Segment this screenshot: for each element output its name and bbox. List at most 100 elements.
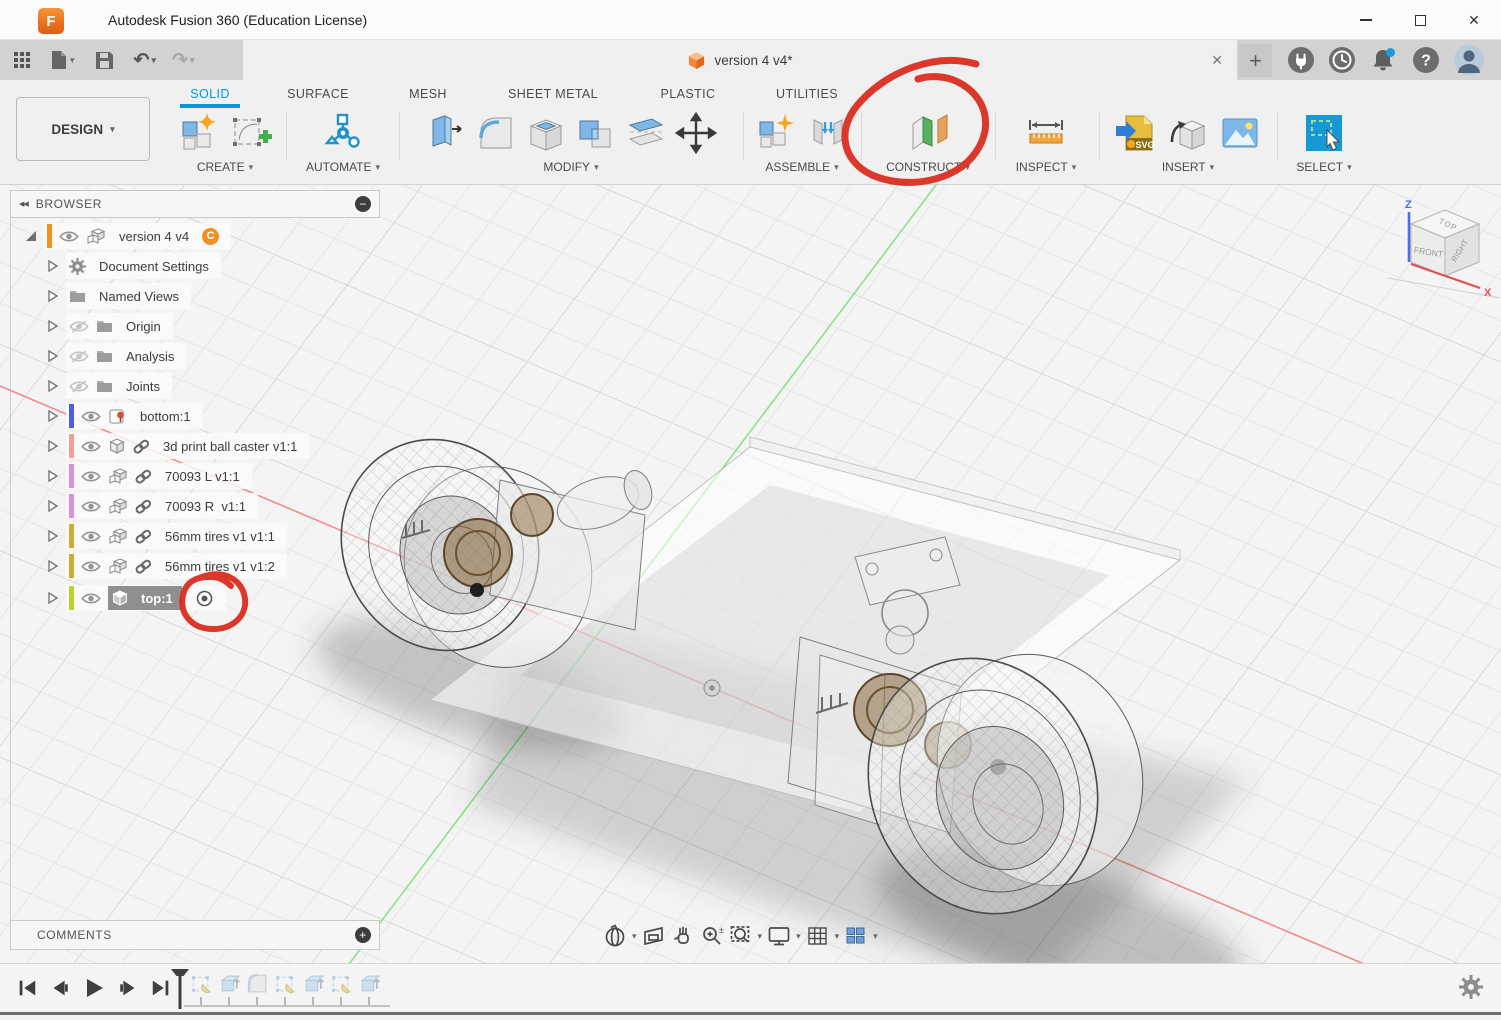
user-avatar[interactable] [1453, 44, 1485, 76]
look-at-icon[interactable] [641, 923, 667, 949]
timeline-track[interactable] [184, 1005, 390, 1007]
extensions-icon[interactable] [1287, 46, 1315, 74]
browser-panel-header[interactable]: ◀◀ BROWSER − [10, 190, 380, 218]
timeline-feature-fillet[interactable] [246, 972, 269, 995]
visibility-eye-icon[interactable] [59, 230, 79, 243]
app-grid-button[interactable] [10, 48, 34, 72]
visibility-eye-icon[interactable] [81, 530, 101, 543]
browser-row-70093-R[interactable]: 70093 R v1:1 [46, 492, 258, 520]
grid-icon[interactable] [805, 923, 831, 949]
viewports-icon[interactable] [843, 923, 869, 949]
select-icon[interactable] [1302, 112, 1346, 154]
collapsed-arrow-icon[interactable] [46, 379, 60, 393]
collapse-all-icon[interactable]: − [355, 196, 371, 212]
minimize-button[interactable] [1339, 0, 1393, 40]
undo-button[interactable]: ↶ ▾ [132, 47, 158, 74]
assemble-dropdown[interactable]: ASSEMBLE▾ [748, 160, 856, 174]
create-sketch-icon[interactable] [229, 112, 273, 154]
collapsed-arrow-icon[interactable] [46, 469, 60, 483]
tab-sheet-metal[interactable]: SHEET METAL [500, 82, 606, 106]
create-form-icon[interactable] [177, 112, 221, 154]
browser-row-origin[interactable]: Origin [46, 312, 173, 340]
browser-row-bottom1[interactable]: bottom:1 [46, 402, 203, 430]
browser-row-root[interactable]: version 4 v4 C [24, 222, 231, 250]
collapsed-arrow-icon[interactable] [46, 259, 60, 273]
add-comment-icon[interactable]: + [355, 927, 371, 943]
automate-icon[interactable] [321, 112, 365, 154]
collapsed-arrow-icon[interactable] [46, 289, 60, 303]
collapsed-arrow-icon[interactable] [46, 319, 60, 333]
comments-panel-header[interactable]: COMMENTS + [10, 920, 380, 950]
visibility-eye-icon[interactable] [81, 410, 101, 423]
collapsed-arrow-icon[interactable] [46, 409, 60, 423]
visibility-off-eye-icon[interactable] [69, 320, 89, 333]
fillet-icon[interactable] [475, 112, 517, 154]
split-body-icon[interactable] [625, 112, 667, 154]
shell-icon[interactable] [525, 112, 567, 154]
browser-row-analysis[interactable]: Analysis [46, 342, 186, 370]
job-status-clock-icon[interactable] [1328, 46, 1356, 74]
browser-row-56mm-tires-2[interactable]: 56mm tires v1 v1:2 [46, 552, 287, 580]
redo-button[interactable]: ↷ ▾ [170, 47, 196, 74]
timeline-go-to-end-icon[interactable] [150, 977, 172, 999]
orbit-icon[interactable] [602, 923, 628, 949]
collapsed-arrow-icon[interactable] [46, 499, 60, 513]
document-tab[interactable]: version 4 v4* ✕ [243, 40, 1237, 80]
maximize-button[interactable] [1393, 0, 1447, 40]
construct-plane-icon[interactable] [905, 112, 951, 154]
browser-row-joints[interactable]: Joints [46, 372, 172, 400]
browser-row-document-settings[interactable]: Document Settings [46, 252, 221, 280]
modify-dropdown[interactable]: MODIFY▾ [404, 160, 738, 174]
tab-solid[interactable]: SOLID [180, 82, 240, 106]
new-component-icon[interactable] [754, 112, 798, 154]
tab-mesh[interactable]: MESH [402, 82, 454, 106]
document-tab-close-icon[interactable]: ✕ [1211, 40, 1223, 80]
timeline-play-icon[interactable] [82, 976, 106, 1000]
timeline-feature-sketch[interactable] [330, 972, 353, 995]
timeline-feature-extrude[interactable] [302, 972, 325, 995]
timeline-playhead[interactable] [171, 969, 189, 1009]
collapsed-arrow-icon[interactable] [46, 349, 60, 363]
file-menu-button[interactable]: ▾ [48, 48, 77, 72]
activate-component-radio[interactable] [195, 589, 214, 608]
visibility-eye-icon[interactable] [81, 592, 101, 605]
fit-icon[interactable] [728, 923, 754, 949]
timeline-feature-sketch[interactable] [190, 972, 213, 995]
pan-icon[interactable] [670, 923, 696, 949]
tab-plastic[interactable]: PLASTIC [654, 82, 722, 106]
visibility-eye-icon[interactable] [81, 440, 101, 453]
notifications-bell-icon[interactable] [1369, 46, 1399, 74]
timeline-go-to-start-icon[interactable] [16, 977, 38, 999]
visibility-eye-icon[interactable] [81, 470, 101, 483]
construct-dropdown[interactable]: CONSTRUCT▾ [866, 160, 990, 174]
browser-row-56mm-tires-1[interactable]: 56mm tires v1 v1:1 [46, 522, 287, 550]
browser-row-ball-caster[interactable]: 3d print ball caster v1:1 [46, 432, 309, 460]
collapsed-arrow-icon[interactable] [46, 529, 60, 543]
timeline-settings-gear-icon[interactable] [1459, 975, 1483, 999]
combine-icon[interactable] [575, 112, 617, 154]
design-workspace-selector[interactable]: DESIGN▾ [16, 97, 150, 161]
select-dropdown[interactable]: SELECT▾ [1282, 160, 1366, 174]
insert-svg-icon[interactable]: SVG [1114, 112, 1158, 154]
press-pull-icon[interactable] [425, 112, 467, 154]
insert-derive-icon[interactable] [1166, 112, 1210, 154]
close-button[interactable]: ✕ [1447, 0, 1501, 40]
collapse-panel-icon[interactable]: ◀◀ [19, 200, 28, 208]
display-settings-icon[interactable] [766, 923, 792, 949]
timeline-step-back-icon[interactable] [49, 977, 71, 999]
create-dropdown[interactable]: CREATE▾ [170, 160, 280, 174]
expanded-arrow-icon[interactable] [24, 229, 38, 243]
new-tab-button[interactable]: + [1239, 44, 1272, 77]
visibility-eye-icon[interactable] [81, 500, 101, 513]
view-cube[interactable]: TOP FRONT RIGHT Z X [1388, 198, 1501, 308]
inspect-dropdown[interactable]: INSPECT▾ [998, 160, 1094, 174]
automate-dropdown[interactable]: AUTOMATE▾ [290, 160, 396, 174]
browser-row-70093-L[interactable]: 70093 L v1:1 [46, 462, 252, 490]
zoom-icon[interactable]: ± [699, 923, 725, 949]
visibility-off-eye-icon[interactable] [69, 380, 89, 393]
tab-surface[interactable]: SURFACE [276, 82, 360, 106]
browser-row-named-views[interactable]: Named Views [46, 282, 191, 310]
measure-icon[interactable] [1024, 112, 1068, 154]
joint-icon[interactable] [806, 112, 850, 154]
timeline-feature-sketch[interactable] [274, 972, 297, 995]
